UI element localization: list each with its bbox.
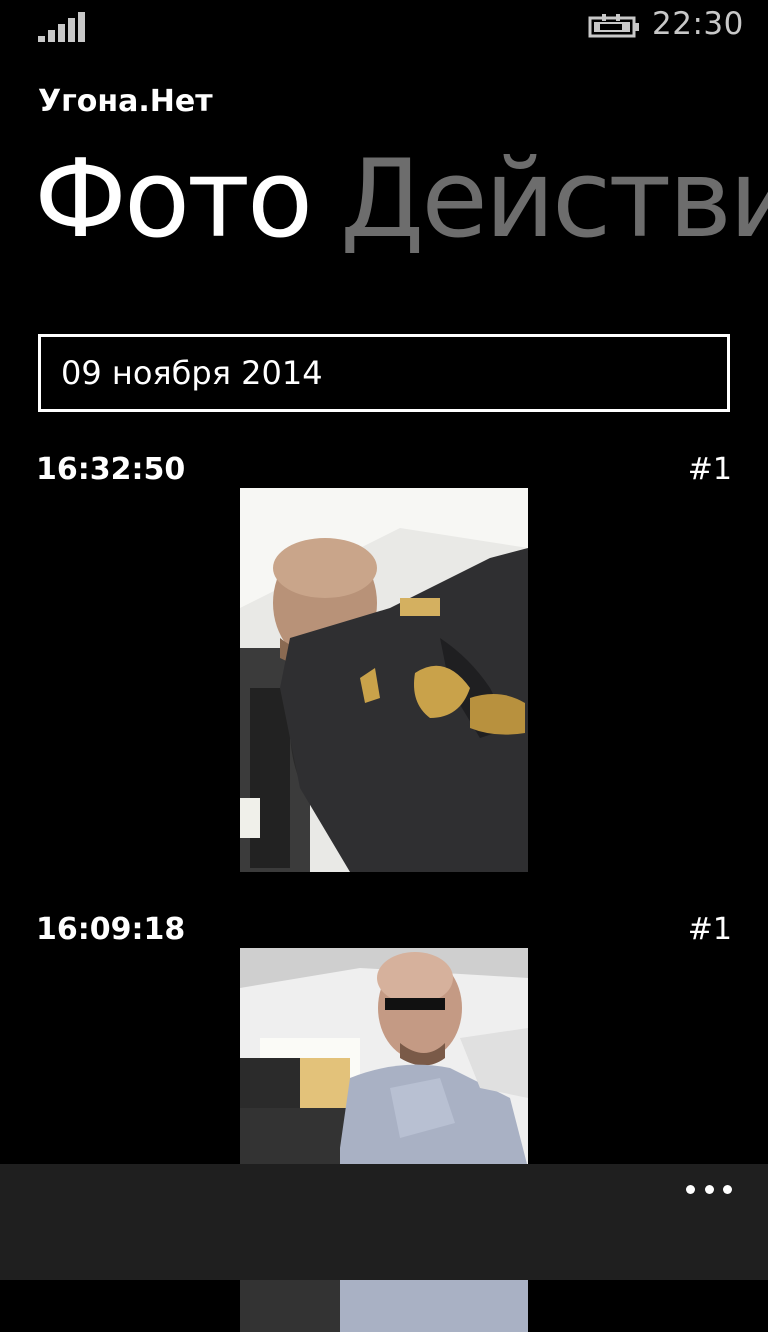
clock: 22:30: [652, 6, 744, 42]
date-picker-value: 09 ноября 2014: [61, 354, 323, 392]
pivot-item-actions[interactable]: Действия: [340, 130, 768, 270]
dot: [704, 1184, 714, 1194]
dot: [723, 1184, 732, 1194]
status-bar: 22:30: [0, 0, 768, 56]
battery-charging-icon: [588, 14, 639, 38]
pivot-header: ФотоДействия: [34, 130, 768, 270]
entry-number: #1: [687, 452, 732, 487]
photo-thumbnail[interactable]: [240, 488, 528, 872]
app-title: Угона.Нет: [38, 84, 213, 119]
app-bar: [0, 1164, 768, 1280]
entry-number: #1: [687, 912, 732, 947]
date-picker[interactable]: 09 ноября 2014: [38, 334, 730, 412]
dot: [686, 1184, 695, 1194]
entry-time: 16:32:50: [36, 452, 186, 487]
signal-strength-icon: [38, 12, 85, 42]
entry-time: 16:09:18: [36, 912, 186, 947]
pivot-item-photo[interactable]: Фото: [34, 130, 313, 270]
ellipsis-icon[interactable]: [686, 1182, 732, 1196]
